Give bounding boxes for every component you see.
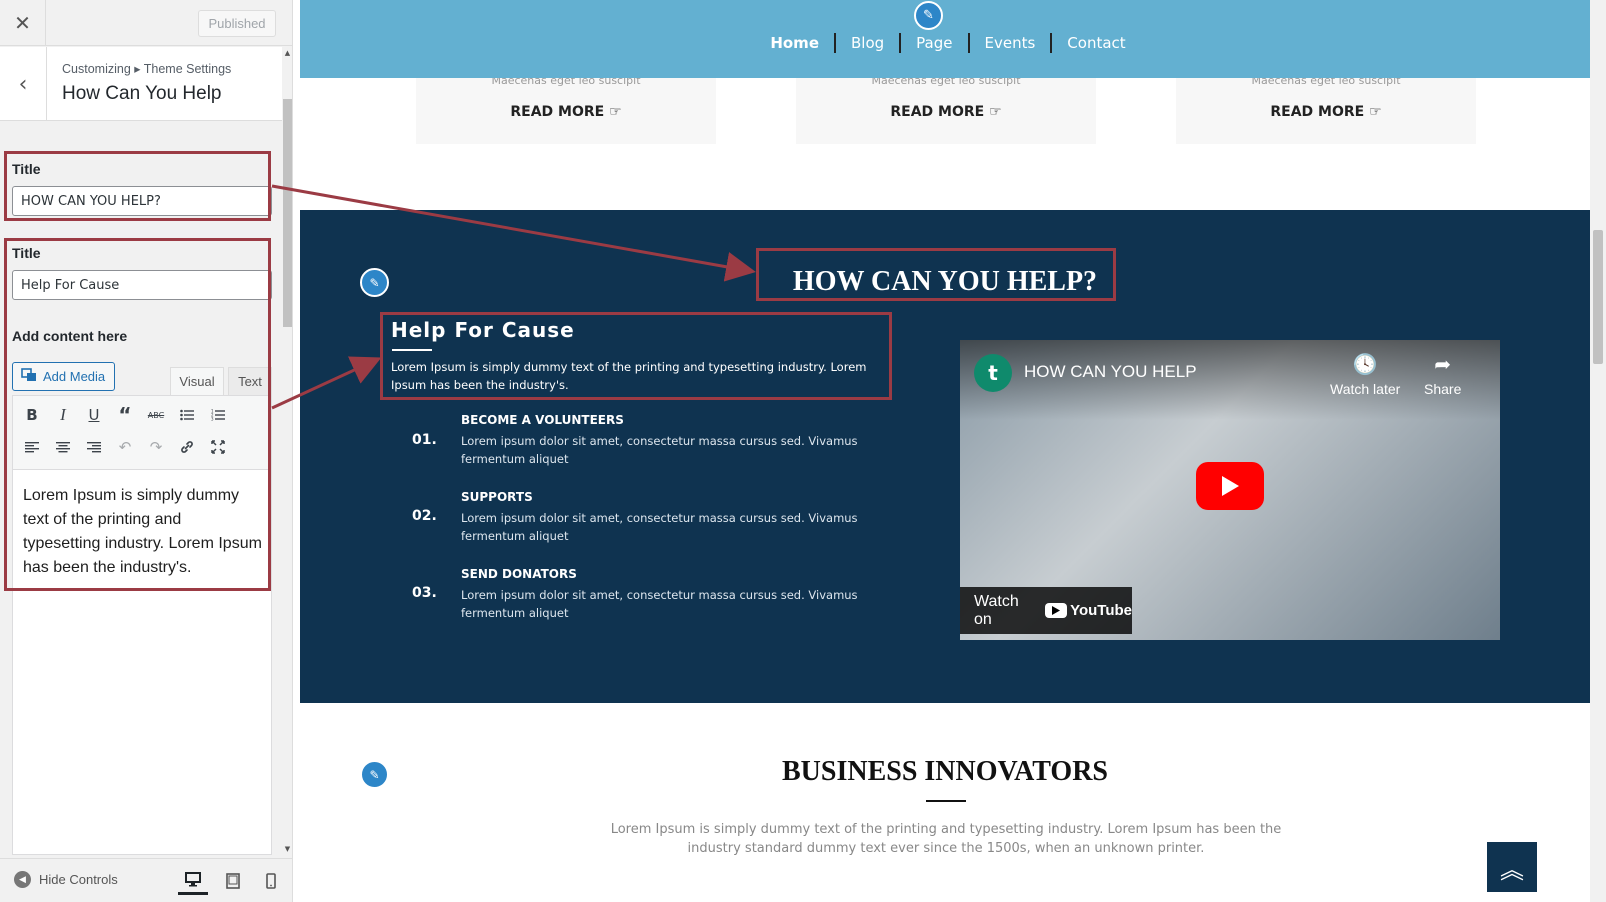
align-left-icon[interactable]	[19, 434, 45, 460]
section-title: How Can You Help	[62, 83, 222, 104]
share-icon: ➦	[1434, 354, 1452, 376]
panel-footer: ◀ Hide Controls	[0, 858, 292, 902]
page-scroll-thumb[interactable]	[1593, 230, 1603, 364]
back-button[interactable]: ‹	[0, 47, 47, 121]
nav-link-page[interactable]: Page	[901, 33, 970, 53]
step-title: SUPPORTS	[461, 490, 533, 504]
watch-later-label: Watch later	[1330, 381, 1401, 397]
editor-toolbar: B I U “ ABC 123 ↶ ↷	[13, 396, 271, 470]
read-more-link[interactable]: READ MORE ☞	[796, 104, 1096, 120]
scroll-down-icon[interactable]: ▼	[283, 845, 292, 853]
step-number: 02.	[412, 508, 437, 524]
underline-icon[interactable]: U	[81, 402, 107, 428]
nav-link-contact[interactable]: Contact	[1052, 33, 1140, 53]
step-text: Lorem ipsum dolor sit amet, consectetur …	[461, 511, 858, 543]
add-media-button[interactable]: Add Media	[12, 362, 115, 391]
share-button[interactable]: ➦ Share	[1424, 352, 1461, 397]
content-field-label: Add content here	[12, 328, 128, 344]
back-to-top-button[interactable]: ︽	[1487, 842, 1537, 892]
cause-title: Help For Cause	[391, 318, 575, 342]
read-more-link[interactable]: READ MORE ☞	[1176, 104, 1476, 120]
italic-icon[interactable]: I	[50, 402, 76, 428]
breadcrumb: Customizing ▸ Theme Settings	[62, 62, 232, 76]
align-right-icon[interactable]	[81, 434, 107, 460]
content-editor[interactable]: B I U “ ABC 123 ↶ ↷ Lorem Ipsum is simpl…	[12, 395, 272, 855]
youtube-wordmark: YouTube	[1070, 602, 1132, 619]
section-header: ‹ Customizing ▸ Theme Settings How Can Y…	[0, 47, 282, 121]
panel-scroll-thumb[interactable]	[283, 99, 292, 327]
subtitle-field-label: Title	[12, 245, 41, 261]
play-icon	[1222, 476, 1239, 496]
hide-controls-label: Hide Controls	[39, 872, 118, 887]
align-center-icon[interactable]	[50, 434, 76, 460]
desktop-icon[interactable]	[178, 867, 208, 895]
double-chevron-up-icon: ︽	[1500, 855, 1524, 884]
nav-menu: Home Blog Page Events Contact	[300, 33, 1590, 53]
mobile-icon[interactable]	[256, 867, 286, 895]
read-more-link[interactable]: READ MORE ☞	[416, 104, 716, 120]
blockquote-icon[interactable]: “	[112, 402, 138, 428]
scroll-up-icon[interactable]: ▲	[283, 49, 292, 57]
fullscreen-icon[interactable]	[205, 434, 231, 460]
hide-controls-button[interactable]: ◀ Hide Controls	[14, 871, 118, 888]
step-title: SEND DONATORS	[461, 567, 577, 581]
nav-link-events[interactable]: Events	[970, 33, 1053, 53]
redo-icon[interactable]: ↷	[143, 434, 169, 460]
strikethrough-icon[interactable]: ABC	[143, 402, 169, 428]
youtube-video-embed[interactable]: t HOW CAN YOU HELP 🕓 Watch later ➦ Share…	[960, 340, 1500, 640]
customizer-panel: ✕ Published ‹ Customizing ▸ Theme Settin…	[0, 0, 293, 902]
panel-header: ✕ Published	[0, 0, 292, 46]
step-title: BECOME A VOLUNTEERS	[461, 413, 624, 427]
business-section-title: BUSINESS INNOVATORS	[781, 756, 1109, 787]
subtitle-input[interactable]	[12, 270, 272, 300]
published-button[interactable]: Published	[198, 10, 276, 37]
youtube-logo: YouTube	[1045, 602, 1132, 619]
add-media-label: Add Media	[43, 369, 106, 384]
tab-text[interactable]: Text	[228, 367, 272, 395]
undo-icon[interactable]: ↶	[112, 434, 138, 460]
watch-later-button[interactable]: 🕓 Watch later	[1330, 352, 1400, 397]
cause-title-underline	[392, 349, 432, 351]
media-icon	[21, 368, 37, 385]
help-section-title: HOW CAN YOU HELP?	[792, 266, 1098, 297]
title-field-label: Title	[12, 161, 41, 177]
editor-content[interactable]: Lorem Ipsum is simply dummy text of the …	[23, 484, 263, 580]
share-label: Share	[1424, 381, 1462, 397]
panel-scrollbar[interactable]: ▲ ▼	[283, 47, 292, 857]
cause-text: Lorem Ipsum is simply dummy text of the …	[391, 360, 867, 392]
step-text: Lorem ipsum dolor sit amet, consectetur …	[461, 588, 858, 620]
business-text: Lorem Ipsum is simply dummy text of the …	[610, 822, 1282, 856]
nav-edit-pencil-icon[interactable]: ✎	[914, 1, 943, 30]
numbered-list-icon[interactable]: 123	[205, 402, 231, 428]
collapse-icon: ◀	[14, 871, 31, 888]
site-preview: ✎ Home Blog Page Events Contact Maecenas…	[300, 0, 1590, 902]
tablet-icon[interactable]	[218, 867, 248, 895]
step-text: Lorem ipsum dolor sit amet, consectetur …	[461, 434, 858, 466]
youtube-play-icon	[1045, 603, 1068, 618]
watch-on-youtube-button[interactable]: Watch on YouTube	[960, 587, 1132, 634]
business-title-underline	[926, 800, 966, 802]
bold-icon[interactable]: B	[19, 402, 45, 428]
link-icon[interactable]	[174, 434, 200, 460]
bullet-list-icon[interactable]	[174, 402, 200, 428]
tab-visual[interactable]: Visual	[170, 367, 224, 395]
video-title[interactable]: HOW CAN YOU HELP	[1024, 362, 1197, 382]
how-can-you-help-section: ✎ HOW CAN YOU HELP? Help For Cause Lorem…	[300, 210, 1590, 703]
nav-link-home[interactable]: Home	[755, 33, 836, 53]
page-scrollbar[interactable]	[1590, 0, 1606, 902]
step-number: 03.	[412, 585, 437, 601]
watch-on-label: Watch on	[974, 592, 1019, 628]
nav-link-blog[interactable]: Blog	[836, 33, 902, 53]
site-navbar: ✎ Home Blog Page Events Contact	[300, 0, 1590, 78]
step-number: 01.	[412, 432, 437, 448]
clock-icon: 🕓	[1352, 354, 1378, 376]
title-input[interactable]	[12, 186, 272, 216]
play-button[interactable]	[1196, 462, 1264, 510]
svg-text:3: 3	[211, 417, 214, 422]
channel-avatar[interactable]: t	[974, 354, 1012, 392]
close-customizer-button[interactable]: ✕	[0, 0, 46, 46]
